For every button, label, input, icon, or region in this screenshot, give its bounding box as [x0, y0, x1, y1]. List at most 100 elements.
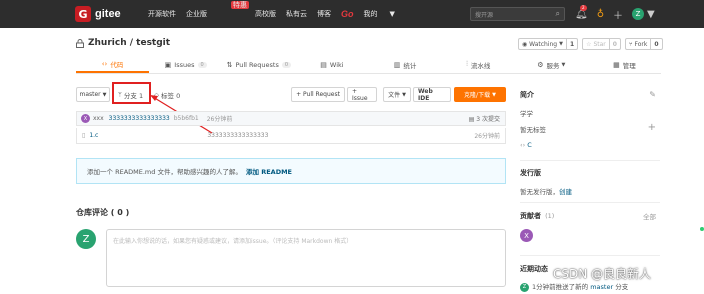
commit-author-avatar: X [81, 114, 90, 123]
clone-download-button[interactable]: 克隆/下载 ▼ [454, 87, 506, 102]
nav-link-private-cloud[interactable]: 私有云 [286, 9, 307, 19]
language-link[interactable]: C [527, 141, 532, 149]
add-readme-link[interactable]: 添加 README [246, 166, 292, 176]
nav-link-go[interactable]: Go [341, 9, 354, 19]
avatar-chevron-icon[interactable]: ▼ [647, 9, 655, 20]
watch-chevron-icon: ▼ [559, 41, 563, 47]
search-input[interactable]: 搜开源 ⌕ [470, 7, 565, 21]
nav-link-opensource[interactable]: 开源软件 [148, 9, 176, 19]
commit-hash[interactable]: b5b6fb1 [174, 115, 199, 122]
activity-text: 1分钟前推送了新的 [532, 283, 589, 291]
activity-avatar: Z [520, 282, 529, 292]
activity-branch-link[interactable]: master [590, 283, 613, 291]
clone-chevron-icon: ▼ [492, 91, 496, 98]
fork-count: 0 [654, 40, 659, 48]
pull-request-button[interactable]: + Pull Request [291, 87, 345, 102]
tab-code[interactable]: ‹› 代码 [76, 56, 150, 73]
code-icon: ‹› [101, 59, 108, 68]
contributors-count: (1) [545, 212, 555, 220]
edge-dot [700, 227, 704, 231]
tags-link[interactable]: ◇ 标签 0 [154, 87, 180, 102]
add-tag-icon[interactable]: + [648, 122, 656, 133]
contributors-row: 贡献者 (1) 全部 [520, 211, 660, 221]
comment-textarea[interactable]: 在此输入你想说的话，如果您有疑惑或建议，请添加issue。（评论支持 Markd… [106, 229, 506, 287]
file-time: 26分钟前 [474, 133, 500, 140]
language-row: ‹› C [520, 141, 660, 149]
watch-button[interactable]: ◉ Watching ▼ 1 [518, 38, 579, 50]
latest-commit-bar: X xxx 3333333333333333 b5b6fb1 26分钟前 ▤ 3… [76, 111, 506, 126]
file-button[interactable]: 文件 ▼ [383, 87, 411, 102]
nav-link-mine[interactable]: 我的 ▼ [364, 9, 405, 19]
intro-text: 学学 [520, 110, 533, 118]
issue-button[interactable]: + Issue [347, 87, 377, 102]
file-chevron-icon: ▼ [402, 91, 406, 98]
sidebar-intro: 简介 ✎ [520, 90, 660, 100]
contributor-avatar[interactable]: X [520, 229, 533, 242]
star-count: 0 [612, 40, 617, 48]
file-row[interactable]: ▯ 1.c 3333333333333333 26分钟前 [76, 128, 506, 144]
releases-row: 暂无发行版，创建 [520, 186, 660, 196]
sidebar-divider [520, 255, 660, 256]
gitee-logo[interactable]: G gitee [75, 6, 121, 22]
services-chevron-icon: ▼ [561, 61, 566, 68]
tag-icon: ◇ [154, 90, 159, 99]
tab-wiki-label: Wiki [329, 60, 344, 69]
no-releases-text: 暂无发行版， [520, 188, 559, 196]
plus-icon[interactable]: ＋ [613, 7, 623, 22]
tab-issues-count: 0 [197, 61, 207, 68]
tab-manage[interactable]: ▦ 管理 [588, 56, 661, 73]
tab-stats[interactable]: ▥ 统计 [369, 56, 442, 73]
fork-button[interactable]: ⑂ Fork 0 [624, 38, 663, 50]
sidebar-divider [520, 160, 660, 161]
wiki-icon: ▤ [320, 60, 327, 69]
search-placeholder: 搜开源 [475, 12, 494, 19]
star-button[interactable]: ☆ Star 0 [582, 38, 621, 50]
notification-count: 2 [580, 4, 587, 11]
tab-pipeline[interactable]: ⫶ 流水线 [442, 56, 515, 73]
nav-link-enterprise[interactable]: 企业版 特惠 [186, 1, 249, 19]
web-ide-button[interactable]: Web IDE [413, 87, 451, 102]
edit-icon[interactable]: ✎ [649, 90, 656, 99]
readme-tip-text: 添加一个 README.md 文件，帮助感兴趣的人了解。 [87, 168, 242, 176]
tab-wiki[interactable]: ▤ Wiki [295, 56, 368, 73]
tab-pull-requests[interactable]: ⇅ Pull Requests 0 [222, 56, 295, 73]
eye-icon: ◉ [522, 40, 530, 48]
tags-row: 暂无标签 + [520, 122, 660, 134]
watching-count: 1 [569, 40, 575, 48]
annotation-highlight-box [112, 82, 151, 104]
bulb-icon[interactable]: ♁ [597, 9, 604, 20]
bell-icon[interactable]: 🔔︎ 2 [575, 4, 588, 20]
lock-icon [76, 38, 84, 48]
create-release-link[interactable]: 创建 [559, 188, 572, 196]
csdn-watermark: CSDN @良良新人 [553, 267, 652, 281]
nav-icons: 🔔︎ 2 ♁ ＋ Z ▼ [575, 4, 664, 22]
tab-code-label: 代码 [110, 60, 124, 69]
commit-count: 3 次提交 [476, 116, 500, 123]
commit-author[interactable]: xxx [93, 115, 104, 122]
repo-name[interactable]: Zhurich / testgit [88, 38, 170, 48]
search-icon: ⌕ [555, 9, 560, 18]
nav-link-university[interactable]: 高校版 [255, 9, 276, 19]
comment-placeholder: 在此输入你想说的话，如果您有疑惑或建议，请添加issue。（评论支持 Markd… [113, 238, 353, 245]
star-icon: ☆ [586, 40, 594, 48]
activity-item: Z 1分钟前推送了新的 master 分支 [520, 281, 660, 292]
user-avatar[interactable]: Z [632, 8, 645, 20]
nav-link-blog[interactable]: 博客 [317, 9, 331, 19]
file-commit-message[interactable]: 3333333333333333 [207, 132, 268, 139]
tab-stats-label: 统计 [403, 61, 417, 70]
releases-title: 发行版 [520, 169, 541, 177]
tab-services-label: 服务 [546, 61, 560, 70]
contributors-all-link[interactable]: 全部 [643, 211, 656, 221]
tab-issues-label: Issues [174, 60, 195, 69]
branch-select[interactable]: master ▼ [76, 87, 110, 102]
commit-count-link[interactable]: ▤ 3 次提交 [469, 114, 500, 123]
chevron-down-icon: ▼ [389, 10, 395, 18]
comments-title: 仓库评论 ( 0 ) [76, 208, 130, 217]
star-label: Star [593, 40, 606, 48]
tab-services[interactable]: ⚙ 服务 ▼ [515, 56, 588, 73]
file-name[interactable]: 1.c [89, 132, 207, 139]
services-icon: ⚙ [537, 60, 544, 69]
commit-message[interactable]: 3333333333333333 [109, 115, 170, 122]
tab-issues[interactable]: ▣ Issues 0 [149, 56, 222, 73]
readme-tip: 添加一个 README.md 文件，帮助感兴趣的人了解。 添加 README [76, 158, 506, 184]
